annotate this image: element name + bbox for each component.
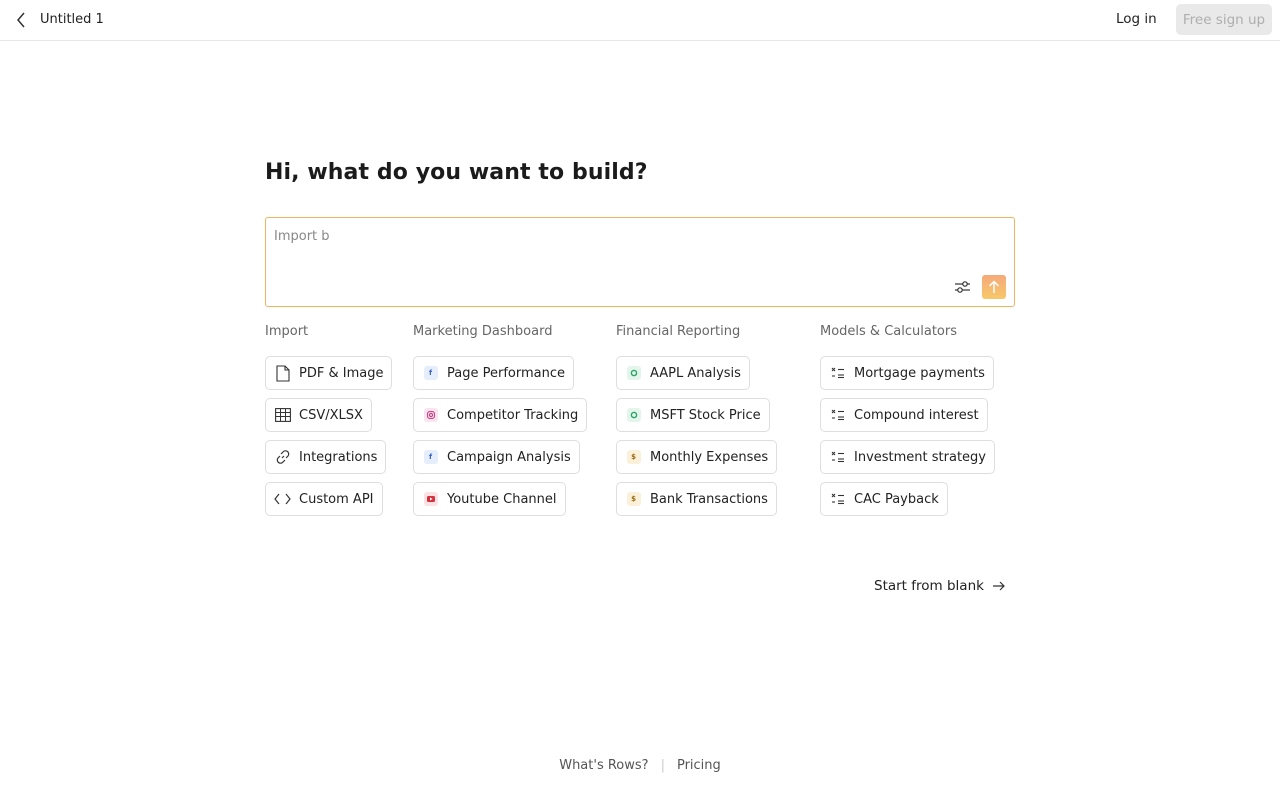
prompt-input[interactable] xyxy=(274,226,954,246)
free-signup-button[interactable]: Free sign up xyxy=(1176,4,1272,35)
footer: What's Rows? | Pricing xyxy=(0,756,1280,774)
chip-monthly-expenses[interactable]: $ Monthly Expenses xyxy=(616,440,778,474)
youtube-icon xyxy=(422,491,439,508)
arrow-up-icon xyxy=(988,280,1000,293)
stock-icon xyxy=(625,365,642,382)
chip-msft-stock-price[interactable]: MSFT Stock Price xyxy=(616,398,770,432)
chip-label: Monthly Expenses xyxy=(650,449,769,465)
chip-page-performance[interactable]: f Page Performance xyxy=(413,356,574,390)
top-bar: Untitled 1 Log in Free sign up xyxy=(0,0,1280,41)
stock-icon xyxy=(625,407,642,424)
chip-label: Compound interest xyxy=(854,407,979,423)
chip-custom-api[interactable]: Custom API xyxy=(265,482,383,516)
page-title: Hi, what do you want to build? xyxy=(265,160,648,185)
column-import: Import PDF & Image CSV/XLSX Integrations… xyxy=(265,324,395,516)
prompt-box xyxy=(265,217,1015,307)
chip-label: Page Performance xyxy=(447,365,565,381)
column-financial-reporting: Financial Reporting AAPL Analysis MSFT S… xyxy=(616,324,801,516)
column-title: Marketing Dashboard xyxy=(413,324,553,339)
chip-investment-strategy[interactable]: Investment strategy xyxy=(820,440,995,474)
column-title: Financial Reporting xyxy=(616,324,741,339)
dollar-icon: $ xyxy=(625,491,642,508)
calculator-icon xyxy=(829,449,846,466)
chip-aapl-analysis[interactable]: AAPL Analysis xyxy=(616,356,750,390)
chip-bank-transactions[interactable]: $ Bank Transactions xyxy=(616,482,777,516)
chip-csv-xlsx[interactable]: CSV/XLSX xyxy=(265,398,372,432)
settings-button[interactable] xyxy=(952,277,972,297)
arrow-right-icon xyxy=(992,581,1006,591)
chevron-left-icon xyxy=(17,12,25,28)
back-button[interactable] xyxy=(12,11,30,29)
code-icon xyxy=(274,491,291,508)
chip-label: Investment strategy xyxy=(854,449,986,465)
table-icon xyxy=(274,407,291,424)
chip-label: AAPL Analysis xyxy=(650,365,741,381)
column-models-calculators: Models & Calculators Mortgage payments C… xyxy=(820,324,1015,516)
chip-mortgage-payments[interactable]: Mortgage payments xyxy=(820,356,994,390)
calculator-icon xyxy=(829,491,846,508)
start-from-blank-link[interactable]: Start from blank xyxy=(874,576,1006,596)
chip-label: CAC Payback xyxy=(854,491,939,507)
chip-label: Competitor Tracking xyxy=(447,407,579,423)
login-button[interactable]: Log in xyxy=(1108,8,1165,30)
chip-label: Bank Transactions xyxy=(650,491,768,507)
start-from-blank-label: Start from blank xyxy=(874,578,984,594)
chip-compound-interest[interactable]: Compound interest xyxy=(820,398,988,432)
facebook-icon: f xyxy=(422,449,439,466)
chip-label: Integrations xyxy=(299,449,378,465)
chip-label: Mortgage payments xyxy=(854,365,985,381)
chip-label: CSV/XLSX xyxy=(299,407,363,423)
calculator-icon xyxy=(829,407,846,424)
chip-integrations[interactable]: Integrations xyxy=(265,440,387,474)
whats-rows-link[interactable]: What's Rows? xyxy=(559,758,648,773)
column-title: Import xyxy=(265,324,309,339)
chip-label: Campaign Analysis xyxy=(447,449,571,465)
document-title[interactable]: Untitled 1 xyxy=(40,12,104,27)
chip-label: Youtube Channel xyxy=(447,491,557,507)
chip-label: Custom API xyxy=(299,491,374,507)
chip-label: MSFT Stock Price xyxy=(650,407,761,423)
dollar-icon: $ xyxy=(625,449,642,466)
chip-campaign-analysis[interactable]: f Campaign Analysis xyxy=(413,440,580,474)
link-icon xyxy=(274,449,291,466)
facebook-icon: f xyxy=(422,365,439,382)
column-marketing-dashboard: Marketing Dashboard f Page Performance C… xyxy=(413,324,598,516)
footer-separator: | xyxy=(660,757,665,773)
chip-youtube-channel[interactable]: Youtube Channel xyxy=(413,482,566,516)
chip-pdf-image[interactable]: PDF & Image xyxy=(265,356,393,390)
pricing-link[interactable]: Pricing xyxy=(677,758,721,773)
chip-cac-payback[interactable]: CAC Payback xyxy=(820,482,948,516)
file-icon xyxy=(274,364,291,382)
send-button[interactable] xyxy=(982,275,1006,299)
chip-label: PDF & Image xyxy=(299,365,384,381)
column-title: Models & Calculators xyxy=(820,324,957,339)
sliders-icon xyxy=(954,281,970,293)
calculator-icon xyxy=(829,365,846,382)
instagram-icon xyxy=(422,407,439,424)
chip-competitor-tracking[interactable]: Competitor Tracking xyxy=(413,398,588,432)
